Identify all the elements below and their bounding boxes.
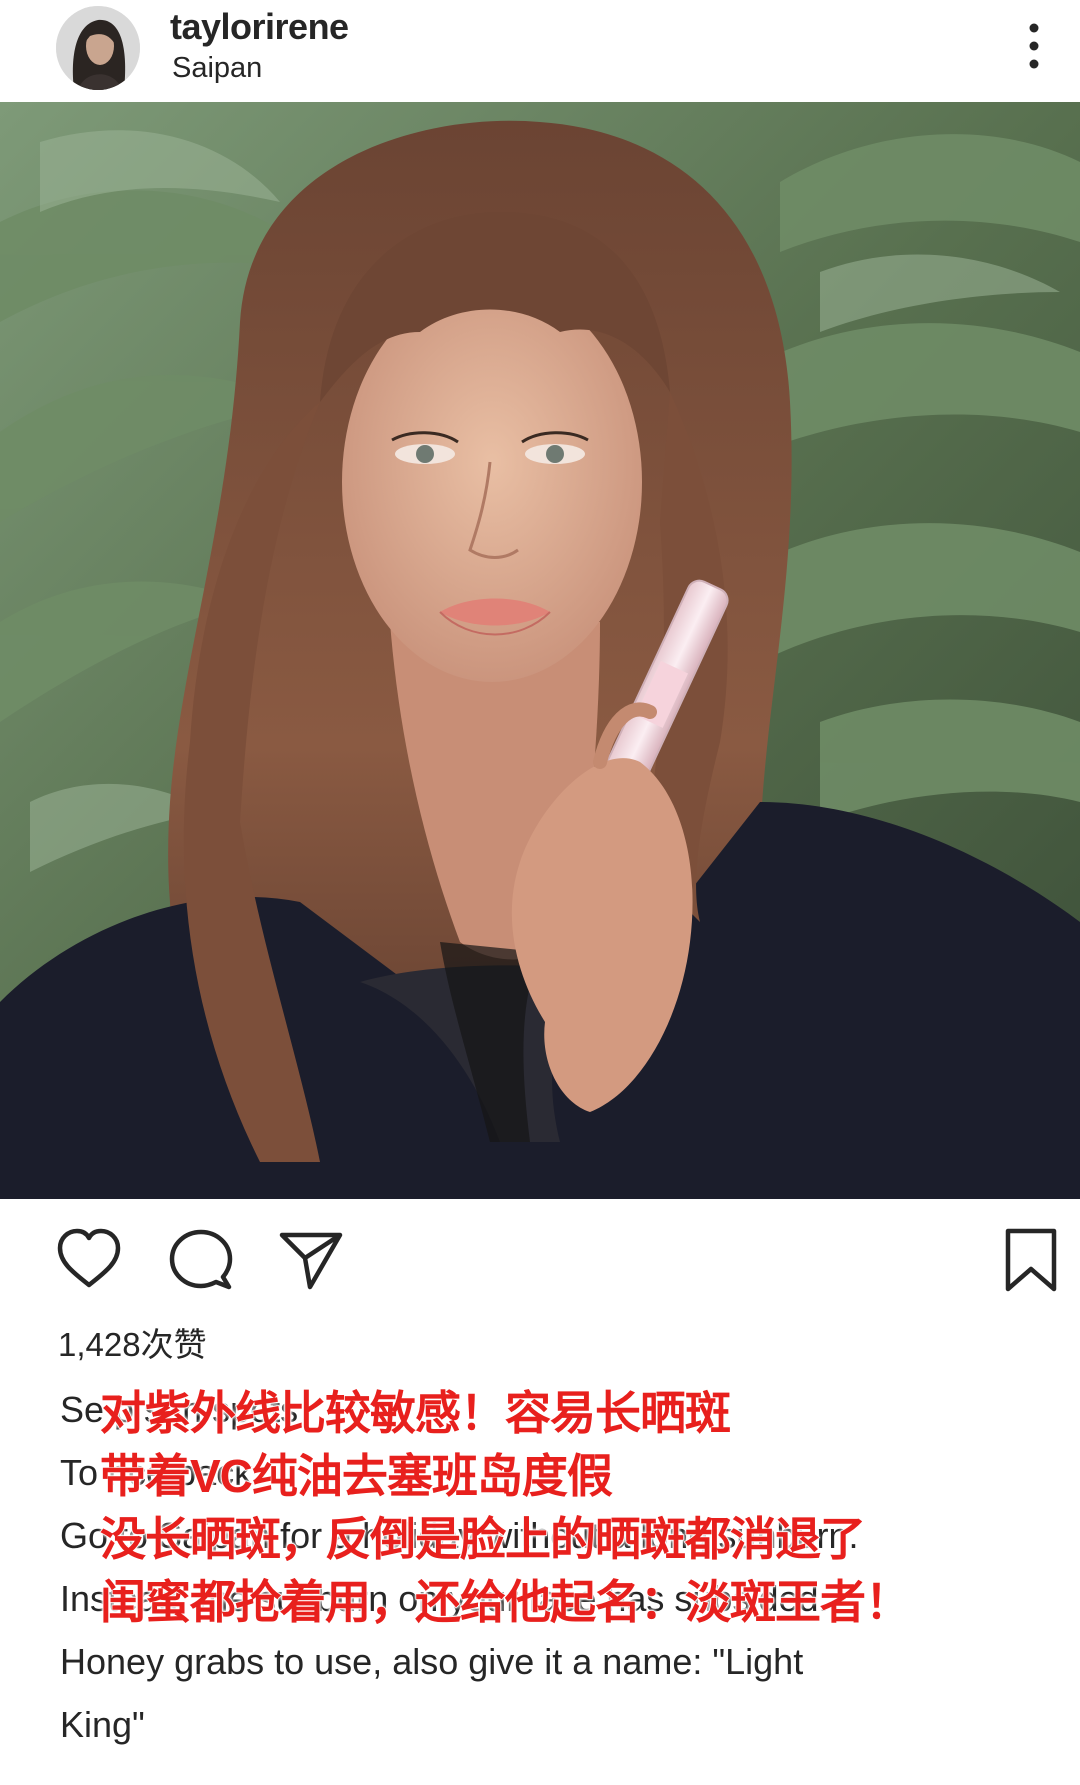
send-icon bbox=[279, 1232, 343, 1290]
post-photo[interactable] bbox=[0, 102, 1080, 1199]
bookmark-icon bbox=[1005, 1228, 1057, 1292]
overlay-line: 对紫外线比较敏感！容易长晒斑 bbox=[99, 1386, 732, 1440]
like-button[interactable] bbox=[54, 1225, 124, 1295]
caption-line: King" bbox=[60, 1704, 145, 1745]
more-vertical-icon bbox=[1029, 23, 1039, 69]
likes-count[interactable]: 1,428次赞 bbox=[58, 1318, 207, 1366]
username[interactable]: taylorirene bbox=[170, 6, 349, 48]
comment-icon bbox=[169, 1229, 233, 1290]
share-button[interactable] bbox=[276, 1225, 346, 1295]
avatar-image bbox=[56, 6, 140, 90]
overlay-line: 带着VC纯油去塞班岛度假 bbox=[99, 1449, 613, 1503]
avatar[interactable] bbox=[56, 6, 140, 90]
more-options-button[interactable] bbox=[1014, 22, 1054, 70]
post-photo-illustration bbox=[0, 102, 1080, 1199]
save-button[interactable] bbox=[998, 1225, 1064, 1295]
location-link[interactable]: Saipan bbox=[172, 52, 262, 85]
caption-line: Honey grabs to use, also give it a name:… bbox=[60, 1641, 804, 1682]
overlay-line: 闺蜜都抢着用，还给他起名：淡斑王者！ bbox=[99, 1575, 912, 1629]
action-bar bbox=[0, 1205, 1080, 1315]
post-header: taylorirene Saipan bbox=[0, 0, 1080, 100]
comment-button[interactable] bbox=[166, 1225, 236, 1295]
heart-icon bbox=[57, 1228, 121, 1288]
overlay-line: 没长晒斑，反倒是脸上的晒斑都消退了 bbox=[99, 1512, 867, 1566]
overlay-annotation: 对紫外线比较敏感！容易长晒斑 带着VC纯油去塞班岛度假 没长晒斑，反倒是脸上的晒… bbox=[99, 1382, 1030, 1634]
